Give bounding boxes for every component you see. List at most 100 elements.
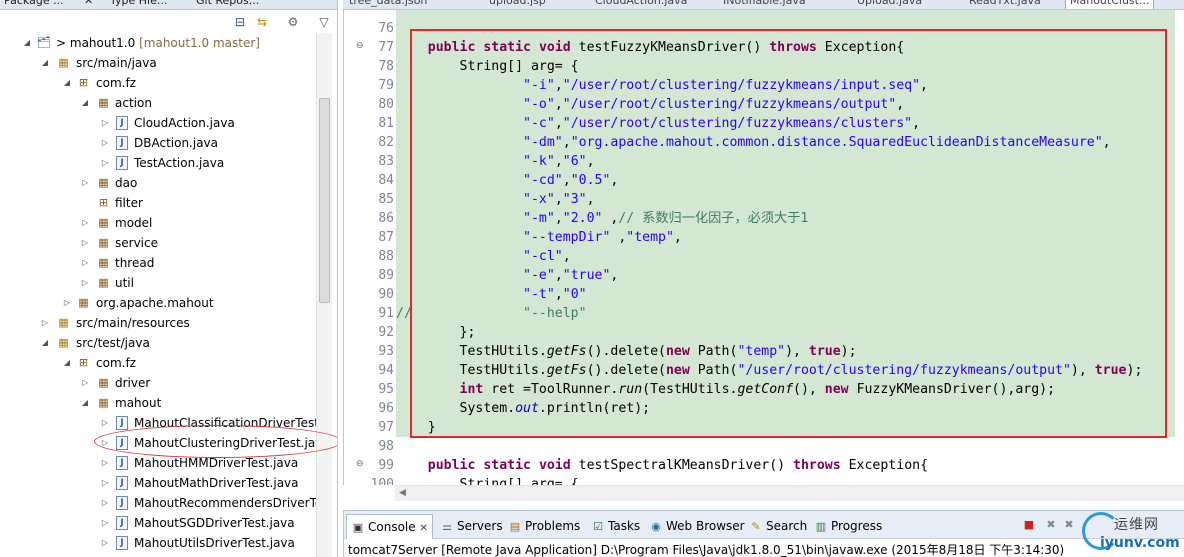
tree-item-package[interactable]: ◢ ▦ action <box>0 93 316 113</box>
tree-item-package[interactable]: ▷ ▦ model <box>0 213 316 233</box>
tree-item-package[interactable]: ▷ ▦ driver <box>0 373 316 393</box>
tab-tasks[interactable]: ☑ Tasks <box>591 516 640 536</box>
line-number: 98 <box>378 439 394 454</box>
tab-label: Servers <box>457 519 503 533</box>
collapsed-twistie-icon[interactable]: ▷ <box>40 313 50 333</box>
editor-horizontal-scrollbar[interactable]: ◀ <box>395 485 1184 501</box>
tab-tree-data-json[interactable]: tree_data.json <box>349 0 427 9</box>
tree-item-package[interactable]: ◢ ⊞ com.fz <box>0 353 316 373</box>
tree-item-file[interactable]: ▷ J CloudAction.java <box>0 113 316 133</box>
remove-launch-icon[interactable]: ✖ <box>1044 518 1058 532</box>
tab-web-browser[interactable]: ◉ Web Browser <box>649 516 744 536</box>
tree-item-label: model <box>115 216 153 230</box>
progress-icon: ▥ <box>815 520 827 533</box>
tab-inotifiable-java[interactable]: INotifiable.java <box>723 0 806 9</box>
problems-icon: ▤ <box>509 520 521 533</box>
expanded-twistie-icon[interactable]: ◢ <box>40 53 50 73</box>
tree-item-file[interactable]: ▷ J MahoutMathDriverTest.java <box>0 473 316 493</box>
terminate-icon[interactable]: ■ <box>1022 518 1036 532</box>
servers-icon: ⚌ <box>442 520 452 533</box>
tree-item-file[interactable]: ▷ J TestAction.java <box>0 153 316 173</box>
tab-upload-java[interactable]: Upload.java <box>857 0 922 9</box>
tab-type-hierarchy[interactable]: Type Hie... <box>110 0 167 9</box>
line-number-gutter: 76 77 ⊖ 78 79 80 81 82 83 84 85 86 87 88 89 90 91 92 93 94 9… <box>354 10 396 485</box>
collapse-all-icon[interactable]: ⊟ <box>232 14 248 30</box>
expanded-twistie-icon[interactable]: ◢ <box>62 73 72 93</box>
collapsed-twistie-icon[interactable]: ▷ <box>100 493 110 513</box>
tree-vertical-scrollbar[interactable] <box>316 33 332 557</box>
tree-item-label: filter <box>115 196 143 210</box>
tree-item-package[interactable]: ◢ ⊞ com.fz <box>0 73 316 93</box>
tree-item-package[interactable]: ▷ ▦ thread <box>0 253 316 273</box>
fold-toggle-icon[interactable]: ⊖ <box>356 41 364 51</box>
collapsed-twistie-icon[interactable]: ▷ <box>80 253 90 273</box>
tab-cloudaction-java[interactable]: CloudAction.java <box>595 0 687 9</box>
collapsed-twistie-icon[interactable]: ▷ <box>100 473 110 493</box>
collapsed-twistie-icon[interactable]: ▷ <box>100 513 110 533</box>
tree-item-project[interactable]: ◢ 🗂 > mahout1.0 [mahout1.0 master] <box>0 33 316 53</box>
tab-progress[interactable]: ▥ Progress <box>814 516 882 536</box>
collapsed-twistie-icon[interactable]: ▷ <box>100 413 110 433</box>
remove-all-icon[interactable]: ✖ <box>1062 518 1076 532</box>
collapsed-twistie-icon[interactable]: ▷ <box>80 373 90 393</box>
tab-readtxt-java[interactable]: ReadTxt.java <box>969 0 1041 9</box>
close-icon[interactable]: ✕ <box>84 0 93 9</box>
tree-item-file[interactable]: ▷ J MahoutRecommendersDriverTest.java <box>0 493 316 513</box>
tab-upload-jsp[interactable]: upload.jsp <box>489 0 546 9</box>
tree-item-package[interactable]: ▷ ▦ org.apache.mahout <box>0 293 316 313</box>
tree-item-source-folder[interactable]: ◢ ▦ src/main/java <box>0 53 316 73</box>
tree-item-source-folder[interactable]: ▷ ▦ src/main/resources <box>0 313 316 333</box>
collapsed-twistie-icon[interactable]: ▷ <box>62 293 72 313</box>
expanded-twistie-icon[interactable]: ◢ <box>80 393 90 413</box>
tree-item-label: > <box>56 36 70 50</box>
line-number: 83 <box>378 154 394 169</box>
tree-item-label: MahoutUtilsDriverTest.java <box>134 536 295 550</box>
collapsed-twistie-icon[interactable]: ▷ <box>100 533 110 553</box>
fold-toggle-icon[interactable]: ⊖ <box>356 459 364 469</box>
chevron-down-icon[interactable]: ▽ <box>316 14 332 30</box>
tree-item-file[interactable]: ▷ J MahoutSGDDriverTest.java <box>0 513 316 533</box>
tab-git-repositories[interactable]: Git Repos... <box>196 0 259 9</box>
collapsed-twistie-icon[interactable]: ▷ <box>100 153 110 173</box>
collapsed-twistie-icon[interactable]: ▷ <box>80 213 90 233</box>
tree-item-file[interactable]: ▷ J DBAction.java <box>0 133 316 153</box>
expanded-twistie-icon[interactable]: ◢ <box>40 333 50 353</box>
scrollbar-thumb[interactable] <box>319 98 330 303</box>
tab-mahoutclustering-active[interactable]: MahoutClust... <box>1065 0 1155 9</box>
expanded-twistie-icon[interactable]: ◢ <box>80 93 90 113</box>
collapsed-twistie-icon[interactable]: ▷ <box>80 273 90 293</box>
tree-item-package[interactable]: ◢ ▦ mahout <box>0 393 316 413</box>
close-icon[interactable]: ✕ <box>419 523 427 534</box>
tree-item-file[interactable]: ▷ J MahoutUtilsDriverTest.java <box>0 533 316 553</box>
tree-item-package[interactable]: ⊞ filter <box>0 193 316 213</box>
tab-label: Search <box>766 519 808 533</box>
code-line[interactable]: String[] arg= { <box>396 475 579 485</box>
tab-label: Progress <box>831 519 883 533</box>
code-line[interactable]: public static void testSpectralKMeansDri… <box>396 456 928 475</box>
expanded-twistie-icon[interactable]: ◢ <box>62 353 72 373</box>
collapsed-twistie-icon[interactable]: ▷ <box>100 113 110 133</box>
line-number: 88 <box>378 249 394 264</box>
collapsed-twistie-icon[interactable]: ▷ <box>100 453 110 473</box>
collapsed-twistie-icon[interactable]: ▷ <box>80 233 90 253</box>
tab-problems[interactable]: ▤ Problems <box>508 516 581 536</box>
tree-item-source-folder[interactable]: ◢ ▦ src/test/java <box>0 333 316 353</box>
scroll-left-icon[interactable]: ◀ <box>399 488 406 498</box>
collapsed-twistie-icon[interactable]: ▷ <box>80 173 90 193</box>
link-with-editor-icon[interactable]: ⇆ <box>254 14 270 30</box>
tree-item-package[interactable]: ▷ ▦ service <box>0 233 316 253</box>
tab-search[interactable]: ✎ Search <box>749 516 807 536</box>
tab-console[interactable]: ▣ Console ✕ <box>346 514 433 539</box>
tree-item-label: driver <box>115 376 151 390</box>
package-icon: ▦ <box>98 96 109 109</box>
tree-item-package[interactable]: ▷ ▦ dao <box>0 173 316 193</box>
tab-servers[interactable]: ⚌ Servers <box>440 516 503 536</box>
git-branch-label: [mahout1.0 master] <box>139 36 260 50</box>
tab-package-explorer[interactable]: Package ... <box>4 0 64 9</box>
tree-item-package[interactable]: ▷ ▦ util <box>0 273 316 293</box>
site-watermark: 运维网 iyunv.com <box>1078 510 1184 557</box>
collapsed-twistie-icon[interactable]: ▷ <box>100 133 110 153</box>
expanded-twistie-icon[interactable]: ◢ <box>22 33 32 53</box>
view-menu-icon[interactable]: ⚙ <box>285 14 301 30</box>
line-number: 93 <box>378 344 394 359</box>
